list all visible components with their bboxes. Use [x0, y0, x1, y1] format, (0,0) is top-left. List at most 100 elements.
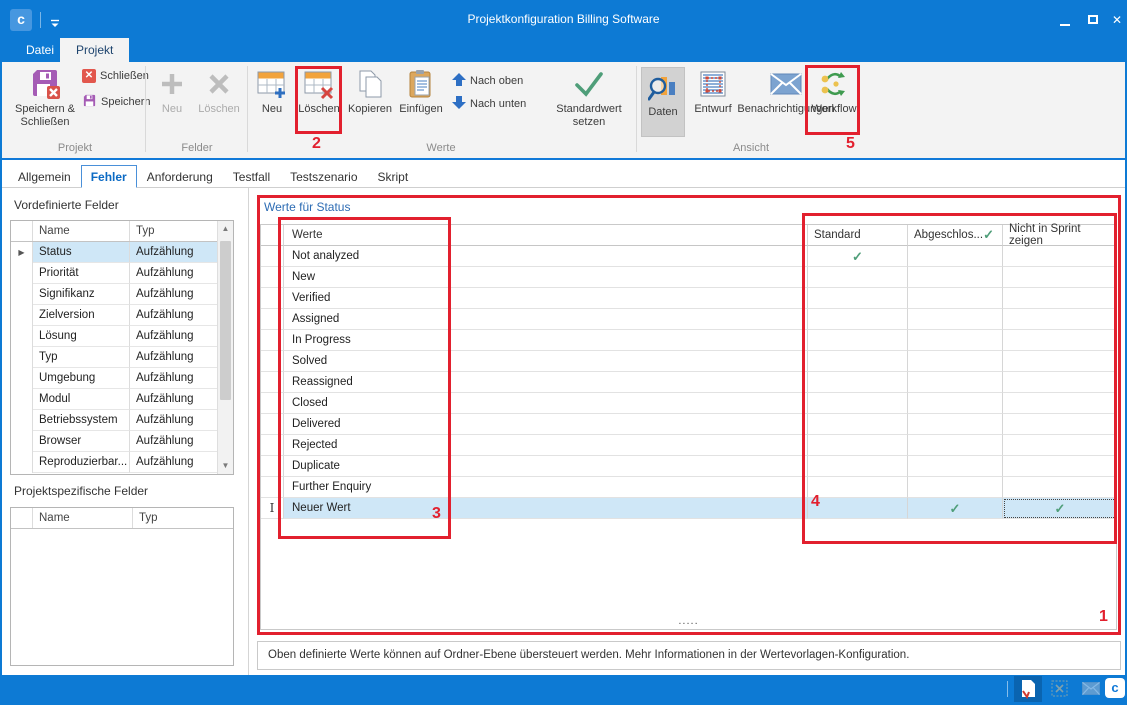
nicht-in-sprint-checkbox-cell[interactable] [1003, 246, 1117, 267]
values-new-button[interactable]: Neu [252, 65, 292, 116]
nicht-in-sprint-checkbox-cell[interactable] [1003, 330, 1117, 351]
maximize-button[interactable] [1082, 10, 1104, 30]
value-cell[interactable]: Not analyzed [284, 246, 808, 267]
abgeschlossen-checkbox-cell[interactable] [908, 456, 1003, 477]
field-name[interactable]: Status [33, 242, 130, 263]
value-cell[interactable]: Delivered [284, 414, 808, 435]
nicht-in-sprint-checkbox-cell[interactable] [1003, 372, 1117, 393]
nicht-in-sprint-checkbox-cell[interactable] [1003, 309, 1117, 330]
field-typ[interactable]: Aufzählung [130, 305, 219, 326]
statusbar-app-logo[interactable]: c [1105, 678, 1125, 698]
scroll-up-icon[interactable]: ▲ [218, 221, 233, 237]
minimize-button[interactable] [1054, 10, 1076, 30]
mail-dim-icon[interactable] [1082, 682, 1100, 700]
nicht-in-sprint-checkbox-cell[interactable] [1003, 414, 1117, 435]
panel-splitter[interactable] [248, 188, 249, 677]
field-typ[interactable]: Aufzählung [130, 389, 219, 410]
field-row[interactable]: BrowserAufzählung [11, 431, 219, 452]
field-typ[interactable]: Aufzählung [130, 368, 219, 389]
field-row[interactable]: SignifikanzAufzählung [11, 284, 219, 305]
value-row[interactable]: In Progress [261, 330, 1116, 351]
nicht-in-sprint-checkbox-cell[interactable] [1003, 267, 1117, 288]
nicht-in-sprint-checkbox-cell[interactable] [1003, 477, 1117, 498]
tab-testszenario[interactable]: Testszenario [280, 165, 367, 188]
close-button[interactable]: ✕ [1106, 10, 1127, 30]
move-up-button[interactable]: Nach oben [452, 73, 523, 89]
nicht-in-sprint-checkbox-cell[interactable] [1003, 288, 1117, 309]
value-row[interactable]: New [261, 267, 1116, 288]
tab-skript[interactable]: Skript [368, 165, 419, 188]
standard-checkbox-cell[interactable] [808, 372, 908, 393]
field-typ[interactable]: Aufzählung [130, 347, 219, 368]
value-row[interactable]: Further Enquiry [261, 477, 1116, 498]
value-row[interactable]: Reassigned [261, 372, 1116, 393]
abgeschlossen-checkbox-cell[interactable] [908, 393, 1003, 414]
grid-resize-handle[interactable]: ..... [261, 615, 1116, 627]
field-typ[interactable]: Aufzählung [130, 263, 219, 284]
value-cell[interactable]: Solved [284, 351, 808, 372]
value-row[interactable]: Closed [261, 393, 1116, 414]
field-name[interactable]: Zielversion [33, 305, 130, 326]
field-row[interactable]: BetriebssystemAufzählung [11, 410, 219, 431]
value-row[interactable]: Verified [261, 288, 1116, 309]
field-typ[interactable]: Aufzählung [130, 326, 219, 347]
field-typ[interactable]: Aufzählung [130, 410, 219, 431]
nicht-in-sprint-checkbox-cell[interactable] [1003, 393, 1117, 414]
move-down-button[interactable]: Nach unten [452, 96, 526, 112]
view-daten-button[interactable]: Daten [641, 67, 685, 137]
value-row[interactable]: INeuer Wert✓✓ [261, 498, 1116, 519]
field-row[interactable]: ZielversionAufzählung [11, 305, 219, 326]
value-cell[interactable]: In Progress [284, 330, 808, 351]
value-cell[interactable]: Duplicate [284, 456, 808, 477]
value-cell[interactable]: Neuer Wert [284, 498, 808, 519]
column-header-name[interactable]: Name [33, 508, 133, 528]
standard-checkbox-cell[interactable] [808, 393, 908, 414]
abgeschlossen-checkbox-cell[interactable] [908, 246, 1003, 267]
field-typ[interactable]: Aufzählung [130, 284, 219, 305]
column-header-abgeschlossen[interactable]: Abgeschlos... ✓ [908, 225, 1003, 246]
tab-fehler[interactable]: Fehler [81, 165, 137, 188]
fields-delete-button[interactable]: Löschen [194, 65, 244, 116]
abgeschlossen-checkbox-cell[interactable] [908, 288, 1003, 309]
scrollbar-thumb[interactable] [220, 241, 231, 400]
field-row[interactable]: UmgebungAufzählung [11, 368, 219, 389]
value-row[interactable]: Rejected [261, 435, 1116, 456]
tab-allgemein[interactable]: Allgemein [8, 165, 81, 188]
standard-checkbox-cell[interactable] [808, 288, 908, 309]
field-row[interactable]: ModulAufzählung [11, 389, 219, 410]
column-header-typ[interactable]: Typ [130, 221, 217, 241]
value-cell[interactable]: Rejected [284, 435, 808, 456]
standard-checkbox-cell[interactable]: ✓ [808, 246, 908, 267]
save-and-close-button[interactable]: Speichern & Schließen [12, 65, 78, 129]
standard-checkbox-cell[interactable] [808, 414, 908, 435]
value-cell[interactable]: Further Enquiry [284, 477, 808, 498]
tab-anforderung[interactable]: Anforderung [137, 165, 223, 188]
standard-checkbox-cell[interactable] [808, 330, 908, 351]
edit-pointer-icon[interactable] [1014, 676, 1042, 702]
value-cell[interactable]: Reassigned [284, 372, 808, 393]
field-typ[interactable]: Aufzählung [130, 431, 219, 452]
value-cell[interactable]: Closed [284, 393, 808, 414]
copy-button[interactable]: Kopieren [345, 65, 395, 116]
field-name[interactable]: Reproduzierbar... [33, 452, 130, 473]
value-cell[interactable]: Assigned [284, 309, 808, 330]
abgeschlossen-checkbox-cell[interactable] [908, 309, 1003, 330]
ribbon-tab-projekt[interactable]: Projekt [60, 38, 129, 62]
abgeschlossen-checkbox-cell[interactable] [908, 267, 1003, 288]
view-entwurf-button[interactable]: Entwurf [689, 65, 737, 116]
column-header-name[interactable]: Name [33, 221, 130, 241]
field-row[interactable]: TypAufzählung [11, 347, 219, 368]
standard-checkbox-cell[interactable] [808, 456, 908, 477]
value-row[interactable]: Not analyzed✓ [261, 246, 1116, 267]
column-header-werte[interactable]: Werte [284, 225, 808, 246]
field-row[interactable]: Reproduzierbar...Aufzählung [11, 452, 219, 473]
nicht-in-sprint-checkbox-cell[interactable] [1003, 456, 1117, 477]
abgeschlossen-checkbox-cell[interactable]: ✓ [908, 498, 1003, 519]
value-cell[interactable]: New [284, 267, 808, 288]
nicht-in-sprint-checkbox-cell[interactable] [1003, 435, 1117, 456]
field-typ[interactable]: Aufzählung [130, 452, 219, 473]
standard-checkbox-cell[interactable] [808, 435, 908, 456]
abgeschlossen-checkbox-cell[interactable] [908, 330, 1003, 351]
field-row[interactable]: LösungAufzählung [11, 326, 219, 347]
column-header-typ[interactable]: Typ [133, 508, 233, 528]
